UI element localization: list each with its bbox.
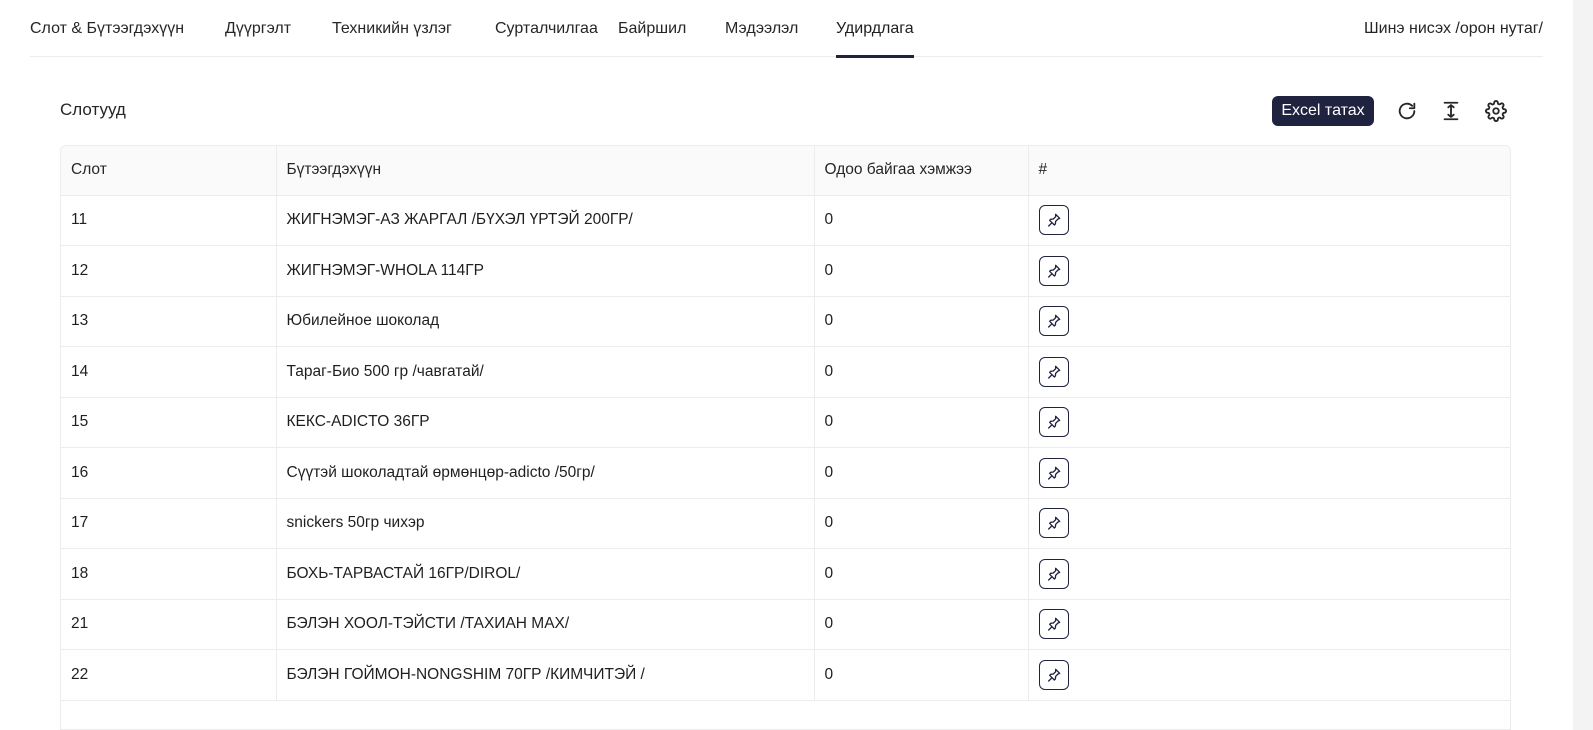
- cell-slot: 22: [61, 649, 277, 701]
- cell-product: ЖИГНЭМЭГ-WHOLA 114ГР: [276, 245, 815, 297]
- table-body: 11 ЖИГНЭМЭГ-АЗ ЖАРГАЛ /БҮХЭЛ ҮРТЭЙ 200ГР/…: [61, 195, 1510, 701]
- pin-icon: [1047, 466, 1060, 480]
- cell-quantity: 0: [814, 649, 1029, 701]
- cell-actions: [1028, 397, 1510, 448]
- cell-slot: 17: [61, 498, 277, 549]
- table-row[interactable]: 17 snickers 50гр чихэр 0: [61, 498, 1510, 549]
- pin-icon: [1047, 314, 1060, 328]
- tab-technical-inspection[interactable]: Техникийн үзлэг: [332, 0, 452, 57]
- cell-slot: 14: [61, 346, 277, 398]
- cell-actions: [1028, 245, 1510, 297]
- table-row[interactable]: 15 КЕКС-ADICTO 36ГР 0: [61, 397, 1510, 448]
- cell-product: Юбилейное шоколад: [276, 296, 815, 347]
- cell-slot: 11: [61, 195, 277, 246]
- pin-button[interactable]: [1038, 457, 1069, 488]
- cell-product: БОХЬ-ТАРВАСТАЙ 16ГР/DIROL/: [276, 548, 815, 600]
- table-row[interactable]: 22 БЭЛЭН ГОЙМОН-NONGSHIM 70ГР /КИМЧИТЭЙ /…: [61, 649, 1510, 701]
- cell-actions: [1028, 346, 1510, 398]
- cell-slot: 12: [61, 245, 277, 297]
- pin-icon: [1047, 668, 1060, 682]
- cell-product: БЭЛЭН ХООЛ-ТЭЙСТИ /ТАХИАН МАХ/: [276, 599, 815, 650]
- cell-quantity: 0: [814, 245, 1029, 297]
- pin-icon: [1047, 365, 1060, 379]
- cell-product: КЕКС-ADICTO 36ГР: [276, 397, 815, 448]
- pin-icon: [1047, 567, 1060, 581]
- cell-product: ЖИГНЭМЭГ-АЗ ЖАРГАЛ /БҮХЭЛ ҮРТЭЙ 200ГР/: [276, 195, 815, 246]
- tab-slot-product[interactable]: Слот & Бүтээгдэхүүн: [30, 0, 184, 57]
- column-header-slot[interactable]: Слот: [61, 146, 277, 196]
- cell-quantity: 0: [814, 599, 1029, 650]
- slots-table: Слот Бүтээгдэхүүн Одоо байгаа хэмжээ # 1…: [60, 145, 1511, 730]
- tab-management[interactable]: Удирдлага: [836, 0, 914, 58]
- section-title: Слотууд: [60, 100, 126, 119]
- pin-icon: [1047, 415, 1060, 429]
- table-row[interactable]: 16 Сүүтэй шоколадтай өрмөнцөр-adicto /50г…: [61, 447, 1510, 499]
- table-row[interactable]: 13 Юбилейное шоколад 0: [61, 296, 1510, 347]
- cell-slot: 13: [61, 296, 277, 347]
- pin-button[interactable]: [1038, 306, 1069, 337]
- tab-refill[interactable]: Дүүргэлт: [225, 0, 291, 57]
- cell-quantity: 0: [814, 195, 1029, 246]
- top-tabs: Слот & Бүтээгдэхүүн Дүүргэлт Техникийн ү…: [30, 0, 1543, 58]
- column-height-icon[interactable]: [1438, 98, 1464, 124]
- page-scrollbar[interactable]: [1573, 0, 1593, 730]
- cell-product: Сүүтэй шоколадтай өрмөнцөр-adicto /50гр/: [276, 447, 815, 499]
- tab-advertising[interactable]: Сурталчилгаа: [495, 0, 598, 57]
- table-row[interactable]: 12 ЖИГНЭМЭГ-WHOLA 114ГР 0: [61, 245, 1510, 297]
- cell-quantity: 0: [814, 397, 1029, 448]
- cell-actions: [1028, 548, 1510, 600]
- table-row[interactable]: 18 БОХЬ-ТАРВАСТАЙ 16ГР/DIROL/0: [61, 548, 1510, 600]
- settings-icon[interactable]: [1483, 98, 1509, 124]
- pin-icon: [1047, 213, 1060, 227]
- pin-button[interactable]: [1038, 508, 1069, 539]
- pin-button[interactable]: [1038, 407, 1069, 438]
- pin-button[interactable]: [1038, 659, 1069, 690]
- pin-icon: [1047, 617, 1060, 631]
- cell-quantity: 0: [814, 296, 1029, 347]
- cell-actions: [1028, 195, 1510, 246]
- pin-button[interactable]: [1038, 558, 1069, 589]
- location-selector[interactable]: Шинэ нисэх /орон нутаг/: [1364, 0, 1543, 57]
- cell-quantity: 0: [814, 346, 1029, 398]
- page: Слот & Бүтээгдэхүүн Дүүргэлт Техникийн ү…: [0, 0, 1573, 730]
- cell-quantity: 0: [814, 447, 1029, 499]
- cell-actions: [1028, 649, 1510, 701]
- cell-actions: [1028, 498, 1510, 549]
- cell-actions: [1028, 447, 1510, 499]
- column-header-product[interactable]: Бүтээгдэхүүн: [276, 146, 815, 196]
- cell-slot: 18: [61, 548, 277, 600]
- reload-icon[interactable]: [1394, 98, 1420, 124]
- cell-actions: [1028, 599, 1510, 650]
- excel-download-button[interactable]: Excel татах: [1272, 96, 1374, 126]
- table-row[interactable]: 11 ЖИГНЭМЭГ-АЗ ЖАРГАЛ /БҮХЭЛ ҮРТЭЙ 200ГР/…: [61, 195, 1510, 246]
- tab-information[interactable]: Мэдээлэл: [725, 0, 798, 57]
- pin-icon: [1047, 264, 1060, 278]
- column-header-quantity[interactable]: Одоо байгаа хэмжээ: [814, 146, 1029, 196]
- cell-actions: [1028, 296, 1510, 347]
- cell-slot: 21: [61, 599, 277, 650]
- pin-button[interactable]: [1038, 205, 1069, 236]
- table-row[interactable]: 21 БЭЛЭН ХООЛ-ТЭЙСТИ /ТАХИАН МАХ/0: [61, 599, 1510, 650]
- pin-icon: [1047, 516, 1060, 530]
- table-row[interactable]: 14 Тараг-Био 500 гр /чавгатай/0: [61, 346, 1510, 398]
- cell-quantity: 0: [814, 498, 1029, 549]
- cell-product: snickers 50гр чихэр: [276, 498, 815, 549]
- cell-product: БЭЛЭН ГОЙМОН-NONGSHIM 70ГР /КИМЧИТЭЙ /: [276, 649, 815, 701]
- table-header-row: Слот Бүтээгдэхүүн Одоо байгаа хэмжээ #: [61, 146, 1510, 196]
- column-header-actions: #: [1028, 146, 1510, 196]
- pin-button[interactable]: [1038, 356, 1069, 387]
- cell-slot: 15: [61, 397, 277, 448]
- pin-button[interactable]: [1038, 609, 1069, 640]
- pin-button[interactable]: [1038, 255, 1069, 286]
- cell-quantity: 0: [814, 548, 1029, 600]
- cell-product: Тараг-Био 500 гр /чавгатай/: [276, 346, 815, 398]
- tab-location[interactable]: Байршил: [618, 0, 686, 57]
- cell-slot: 16: [61, 447, 277, 499]
